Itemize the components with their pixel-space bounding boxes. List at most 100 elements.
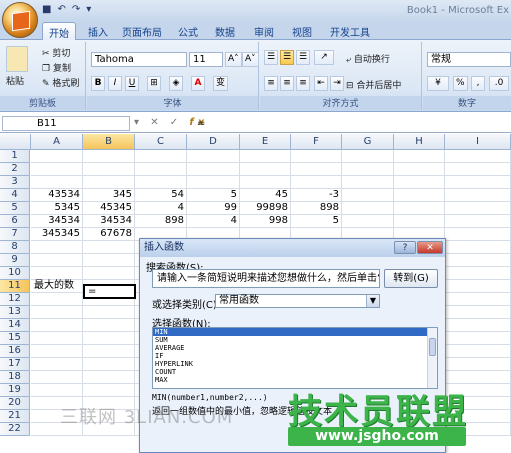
- increase-indent-button[interactable]: ⇥: [330, 76, 344, 91]
- function-list-item[interactable]: IF: [153, 352, 437, 360]
- cell-F1[interactable]: [291, 150, 342, 163]
- underline-button[interactable]: U: [125, 76, 139, 91]
- cell-I15[interactable]: [445, 332, 511, 345]
- tab-view[interactable]: 视图: [292, 24, 312, 39]
- cell-I2[interactable]: [445, 163, 511, 176]
- cell-C1[interactable]: [135, 150, 187, 163]
- format-painter-button[interactable]: ✎ 格式刷: [42, 76, 79, 89]
- cell-A18[interactable]: [31, 371, 83, 384]
- qat-more-icon[interactable]: ▾: [86, 4, 91, 15]
- cut-button[interactable]: ✂ 剪切: [42, 46, 70, 59]
- column-header[interactable]: C: [135, 134, 187, 150]
- column-header[interactable]: F: [291, 134, 342, 150]
- row-header[interactable]: 6: [0, 215, 30, 228]
- search-function-input[interactable]: 请输入一条简短说明来描述您想做什么，然后单击“转到”: [152, 269, 380, 288]
- align-left-button[interactable]: ≡: [264, 76, 278, 91]
- cell-H6[interactable]: [394, 215, 445, 228]
- row-header[interactable]: 7: [0, 228, 30, 241]
- decrease-indent-button[interactable]: ⇤: [314, 76, 328, 91]
- cell-A3[interactable]: [31, 176, 83, 189]
- tab-formulas[interactable]: 公式: [178, 24, 198, 39]
- wrap-text-button[interactable]: ⤶ 自动换行: [346, 52, 390, 65]
- scrollbar-thumb[interactable]: [429, 338, 436, 356]
- cell-G6[interactable]: [342, 215, 394, 228]
- row-header[interactable]: 20: [0, 397, 30, 410]
- currency-button[interactable]: ¥: [427, 76, 449, 91]
- row-header[interactable]: 16: [0, 345, 30, 358]
- cell-I6[interactable]: [445, 215, 511, 228]
- cell-B3[interactable]: [83, 176, 135, 189]
- cell-B17[interactable]: [83, 358, 135, 371]
- cell-A15[interactable]: [31, 332, 83, 345]
- tab-review[interactable]: 审阅: [254, 24, 274, 39]
- undo-icon[interactable]: ↶: [57, 4, 65, 15]
- tab-page-layout[interactable]: 页面布局: [122, 24, 162, 39]
- cell-I4[interactable]: [445, 189, 511, 202]
- formula-input[interactable]: =: [197, 118, 205, 129]
- cell-G1[interactable]: [342, 150, 394, 163]
- cell-A16[interactable]: [31, 345, 83, 358]
- cell-I16[interactable]: [445, 345, 511, 358]
- cell-I9[interactable]: [445, 254, 511, 267]
- name-box-dropdown-icon[interactable]: ▾: [134, 117, 143, 128]
- cell-H1[interactable]: [394, 150, 445, 163]
- cell-F2[interactable]: [291, 163, 342, 176]
- cell-G2[interactable]: [342, 163, 394, 176]
- row-header[interactable]: 8: [0, 241, 30, 254]
- cell-B18[interactable]: [83, 371, 135, 384]
- copy-button[interactable]: ❐ 复制: [42, 61, 71, 74]
- row-header[interactable]: 4: [0, 189, 30, 202]
- grow-font-button[interactable]: A˄: [225, 52, 242, 67]
- column-header[interactable]: I: [445, 134, 511, 150]
- align-middle-button[interactable]: ☰: [280, 50, 294, 65]
- cell-A9[interactable]: [31, 254, 83, 267]
- cell-B14[interactable]: [83, 319, 135, 332]
- cancel-icon[interactable]: ✕: [150, 117, 162, 128]
- cell-A8[interactable]: [31, 241, 83, 254]
- go-button[interactable]: 转到(G): [384, 269, 438, 288]
- align-bottom-button[interactable]: ☰: [296, 50, 310, 65]
- cell-B16[interactable]: [83, 345, 135, 358]
- paste-button[interactable]: 粘贴: [6, 74, 24, 87]
- cell-I7[interactable]: [445, 228, 511, 241]
- bold-button[interactable]: B: [91, 76, 105, 91]
- font-color-button[interactable]: A: [191, 76, 205, 91]
- cell-G4[interactable]: [342, 189, 394, 202]
- office-button[interactable]: [2, 2, 38, 38]
- select-all-corner[interactable]: [0, 134, 31, 150]
- enter-icon[interactable]: ✓: [170, 117, 182, 128]
- comma-button[interactable]: ,: [471, 76, 485, 91]
- shrink-font-button[interactable]: A˅: [242, 52, 259, 67]
- column-header[interactable]: B: [83, 134, 135, 150]
- cell-H2[interactable]: [394, 163, 445, 176]
- align-center-button[interactable]: ≡: [280, 76, 294, 91]
- cell-A1[interactable]: [31, 150, 83, 163]
- column-header[interactable]: E: [240, 134, 291, 150]
- cell-I1[interactable]: [445, 150, 511, 163]
- row-header[interactable]: 15: [0, 332, 30, 345]
- category-select[interactable]: 常用函数 ▼: [215, 294, 380, 308]
- cell-I17[interactable]: [445, 358, 511, 371]
- row-header[interactable]: 2: [0, 163, 30, 176]
- tab-home[interactable]: 开始: [42, 22, 76, 40]
- cell-A2[interactable]: [31, 163, 83, 176]
- row-header[interactable]: 10: [0, 267, 30, 280]
- cell-A19[interactable]: [31, 384, 83, 397]
- align-top-button[interactable]: ☰: [264, 50, 278, 65]
- border-button[interactable]: ⊞: [147, 76, 161, 91]
- function-list-scrollbar[interactable]: [427, 328, 437, 388]
- cell-I5[interactable]: [445, 202, 511, 215]
- number-format-box[interactable]: 常规: [427, 52, 511, 67]
- cell-D2[interactable]: [187, 163, 240, 176]
- function-list-item[interactable]: AVERAGE: [153, 344, 437, 352]
- cell-B2[interactable]: [83, 163, 135, 176]
- function-list-item[interactable]: MIN: [153, 328, 437, 336]
- cell-F3[interactable]: [291, 176, 342, 189]
- cell-B8[interactable]: [83, 241, 135, 254]
- row-header[interactable]: 14: [0, 319, 30, 332]
- row-header[interactable]: 19: [0, 384, 30, 397]
- cell-B13[interactable]: [83, 306, 135, 319]
- cell-D3[interactable]: [187, 176, 240, 189]
- row-header[interactable]: 22: [0, 423, 30, 436]
- row-header[interactable]: 13: [0, 306, 30, 319]
